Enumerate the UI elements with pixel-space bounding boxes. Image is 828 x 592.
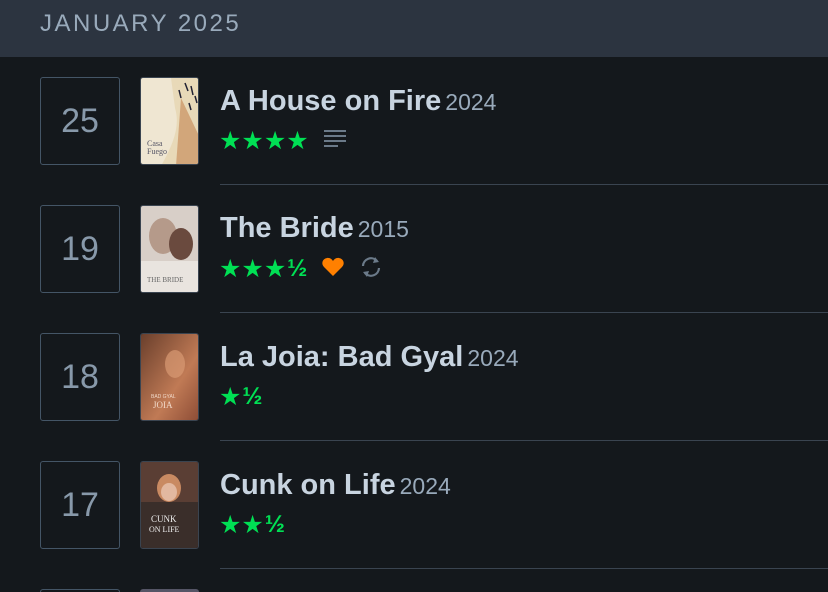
- rating-row: ★★ ½: [219, 511, 285, 539]
- row-divider: [220, 568, 828, 569]
- diary-entry[interactable]: 19 THE BRIDE The Bride 2015 ★★★ ½: [0, 185, 828, 313]
- month-header: JANUARY 2025: [0, 0, 828, 57]
- film-title[interactable]: The Bride: [220, 212, 354, 244]
- film-poster[interactable]: BAD GYAL JOIA: [140, 333, 199, 421]
- day-number[interactable]: 25: [40, 77, 120, 165]
- film-poster[interactable]: THE BRIDE: [140, 205, 199, 293]
- rating-row: ★★★★: [219, 127, 347, 155]
- film-poster[interactable]: Casa Fuego: [140, 77, 199, 165]
- film-title-line[interactable]: Cunk on Life 2024: [220, 469, 451, 502]
- svg-text:ON LIFE: ON LIFE: [149, 525, 180, 534]
- day-number[interactable]: 17: [40, 461, 120, 549]
- diary-entry[interactable]: 25 Casa Fuego A House on Fire 2024 ★★★★: [0, 57, 828, 185]
- heart-icon[interactable]: [321, 256, 345, 283]
- film-title-line[interactable]: La Joia: Bad Gyal 2024: [220, 341, 519, 374]
- svg-text:JOIA: JOIA: [153, 400, 173, 410]
- film-year[interactable]: 2024: [467, 345, 518, 371]
- half-star: ½: [242, 383, 263, 410]
- star-rating: ★: [219, 382, 242, 411]
- film-title[interactable]: La Joia: Bad Gyal: [220, 341, 463, 373]
- film-title[interactable]: Cunk on Life: [220, 469, 396, 501]
- half-star: ½: [287, 255, 308, 282]
- diary-entry[interactable]: 17 CUNK ON LIFE Cunk on Life 2024 ★★ ½: [0, 441, 828, 569]
- star-rating: ★★★: [219, 254, 287, 283]
- rating-row: ★★★ ½: [219, 255, 383, 283]
- half-star: ½: [264, 511, 285, 538]
- svg-text:THE BRIDE: THE BRIDE: [147, 276, 183, 284]
- film-title-line[interactable]: A House on Fire 2024: [220, 85, 496, 118]
- film-year[interactable]: 2024: [445, 89, 496, 115]
- day-number[interactable]: 18: [40, 333, 120, 421]
- diary-entry[interactable]: 18 BAD GYAL JOIA La Joia: Bad Gyal 2024 ★…: [0, 313, 828, 441]
- rating-row: ★ ½: [219, 383, 262, 411]
- star-rating: ★★★★: [219, 126, 309, 155]
- svg-text:Fuego: Fuego: [147, 147, 167, 156]
- film-year[interactable]: 2024: [400, 473, 451, 499]
- day-number[interactable]: 19: [40, 205, 120, 293]
- month-title: JANUARY 2025: [40, 10, 242, 37]
- film-title[interactable]: A House on Fire: [220, 85, 441, 117]
- svg-text:CUNK: CUNK: [151, 514, 177, 524]
- review-text-icon[interactable]: [323, 128, 347, 155]
- rewatch-icon[interactable]: [359, 255, 383, 284]
- film-title-line[interactable]: The Bride 2015: [220, 212, 409, 245]
- film-year[interactable]: 2015: [358, 216, 409, 242]
- film-poster[interactable]: CUNK ON LIFE: [140, 461, 199, 549]
- star-rating: ★★: [219, 510, 264, 539]
